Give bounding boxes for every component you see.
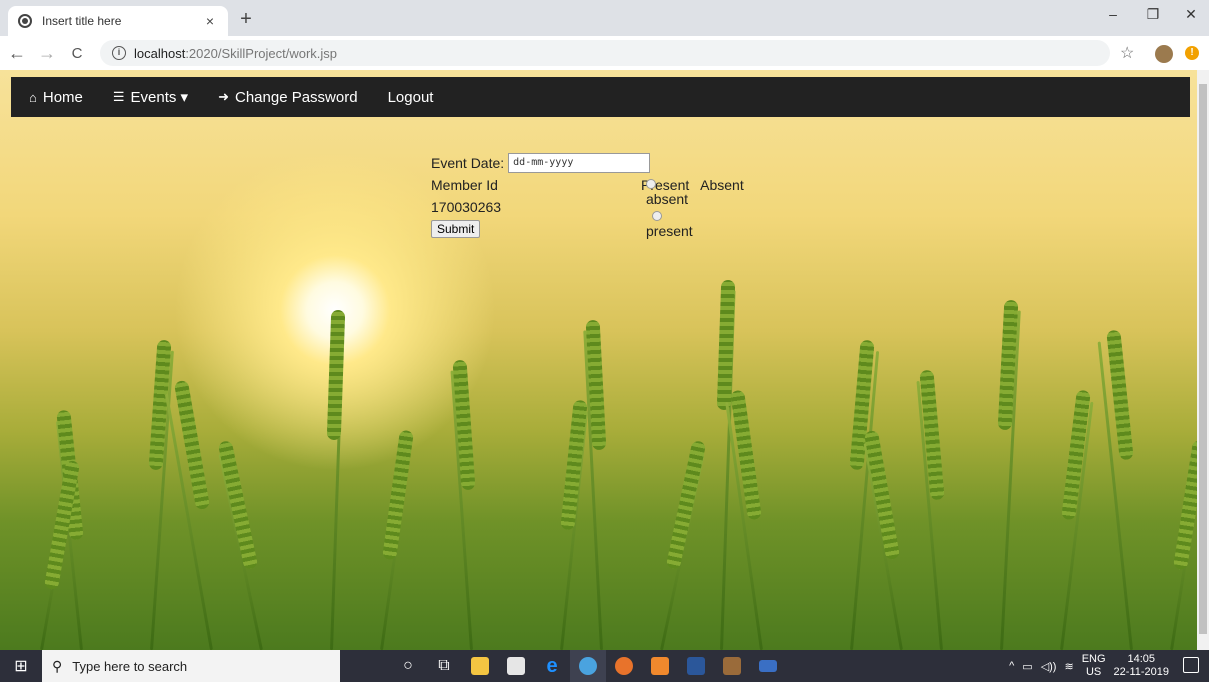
clock-date: 22-11-2019: [1113, 666, 1169, 678]
lang-top: ENG: [1081, 653, 1106, 665]
absent-radio-label: absent: [646, 191, 689, 207]
globe-icon: [18, 14, 32, 28]
maximize-button[interactable]: ❐: [1138, 6, 1168, 23]
taskbar-search-placeholder: Type here to search: [72, 658, 188, 674]
submit-button[interactable]: Submit: [431, 220, 481, 238]
sign-in-icon: ➜: [218, 89, 229, 104]
wheat-ear: [173, 379, 211, 511]
notification-icon[interactable]: [1183, 657, 1199, 673]
lang-bottom: US: [1085, 666, 1102, 678]
wheat-ear: [665, 439, 707, 571]
nav-home-label: Home: [42, 88, 83, 106]
absent-radio[interactable]: [646, 179, 656, 190]
nav-events-label: Events ▾: [130, 89, 189, 106]
profile-avatar[interactable]: [1155, 45, 1173, 63]
event-date-input[interactable]: dd-mm-yyyy: [508, 153, 651, 173]
clock-time: 14:05: [1127, 653, 1156, 665]
nav-events-dropdown[interactable]: ☰ Events ▾: [113, 88, 188, 106]
page-viewport: ⌂ Home ☰ Events ▾ ➜ Change Password Logo…: [0, 70, 1209, 650]
game-icon[interactable]: [714, 650, 750, 682]
back-button[interactable]: ←: [4, 43, 30, 64]
wifi-icon[interactable]: ≋: [1064, 660, 1073, 673]
wheat-ear: [326, 309, 346, 441]
edge-icon[interactable]: e: [534, 650, 570, 682]
browser-tab[interactable]: Insert title here ×: [8, 6, 228, 36]
server-icon: ☰: [112, 89, 125, 104]
present-radio-label: present: [646, 223, 693, 239]
media-icon[interactable]: [750, 650, 786, 682]
status-radio-group: absent present: [646, 175, 693, 239]
tab-strip: Insert title here × + – ❐ ✕: [0, 0, 1209, 36]
event-date-label: Event Date:: [431, 155, 505, 171]
reload-button[interactable]: C: [64, 45, 90, 62]
wheat-ear: [382, 429, 414, 561]
cortana-icon[interactable]: ○: [390, 650, 426, 682]
nav-change-password[interactable]: ➜ Change Password: [218, 89, 357, 106]
clock[interactable]: 14:05 22-11-2019: [1114, 653, 1169, 679]
close-window-button[interactable]: ✕: [1176, 6, 1206, 23]
tab-title: Insert title here: [42, 14, 122, 28]
windows-taskbar: ⊞ ⚲ Type here to search ○ ⧉ e ^ ▭ ◁)) ≋ …: [0, 650, 1209, 682]
browser-toolbar: ← → C i localhost:2020/SkillProject/work…: [0, 36, 1209, 70]
vertical-scrollbar[interactable]: [1197, 70, 1209, 650]
chrome-icon[interactable]: [570, 650, 606, 682]
url-path: :2020/SkillProject/work.jsp: [185, 45, 338, 61]
windows-start-icon[interactable]: ⊞: [0, 656, 42, 676]
bookmark-star-icon[interactable]: ☆: [1120, 43, 1134, 63]
chevron-up-icon[interactable]: ^: [1009, 660, 1014, 672]
file-explorer-icon[interactable]: [462, 650, 498, 682]
wheat-ear: [560, 399, 588, 531]
word-icon[interactable]: [678, 650, 714, 682]
minimize-button[interactable]: –: [1098, 6, 1128, 22]
attendance-form: Event Date: dd-mm-yyyy Member Id Present…: [431, 152, 744, 239]
info-icon[interactable]: i: [112, 46, 126, 60]
nav-logout-label: Logout: [387, 88, 434, 106]
wheat-ear: [863, 429, 901, 561]
system-tray: ^ ▭ ◁)) ≋ ENG US 14:05 22-11-2019: [1009, 650, 1169, 682]
app-navbar: ⌂ Home ☰ Events ▾ ➜ Change Password Logo…: [11, 77, 1190, 117]
battery-icon[interactable]: ▭: [1022, 660, 1032, 673]
present-radio[interactable]: [652, 211, 662, 222]
firefox-icon[interactable]: [606, 650, 642, 682]
wheat-ear: [716, 279, 736, 411]
tab-close-button[interactable]: ×: [202, 13, 218, 29]
scrollbar-thumb[interactable]: [1199, 84, 1207, 634]
search-icon: ⚲: [52, 657, 63, 674]
language-indicator[interactable]: ENG US: [1082, 653, 1106, 679]
member-id-value: 170030263: [431, 199, 502, 215]
nav-change-password-label: Change Password: [235, 88, 358, 106]
update-alert-icon[interactable]: !: [1185, 46, 1199, 60]
task-view-icon[interactable]: ⧉: [426, 650, 462, 682]
store-icon[interactable]: [498, 650, 534, 682]
nav-logout[interactable]: Logout: [388, 89, 434, 106]
member-id-header: Member Id: [431, 177, 498, 193]
volume-icon[interactable]: ◁)): [1041, 660, 1057, 673]
new-tab-button[interactable]: +: [234, 8, 258, 31]
forward-button[interactable]: →: [34, 43, 60, 64]
address-bar[interactable]: i localhost:2020/SkillProject/work.jsp: [100, 40, 1110, 66]
app-icon[interactable]: [642, 650, 678, 682]
taskbar-search-box[interactable]: ⚲ Type here to search: [42, 650, 340, 682]
nav-home[interactable]: ⌂ Home: [29, 89, 83, 106]
home-icon: ⌂: [29, 89, 37, 105]
url-host: localhost: [134, 45, 186, 61]
